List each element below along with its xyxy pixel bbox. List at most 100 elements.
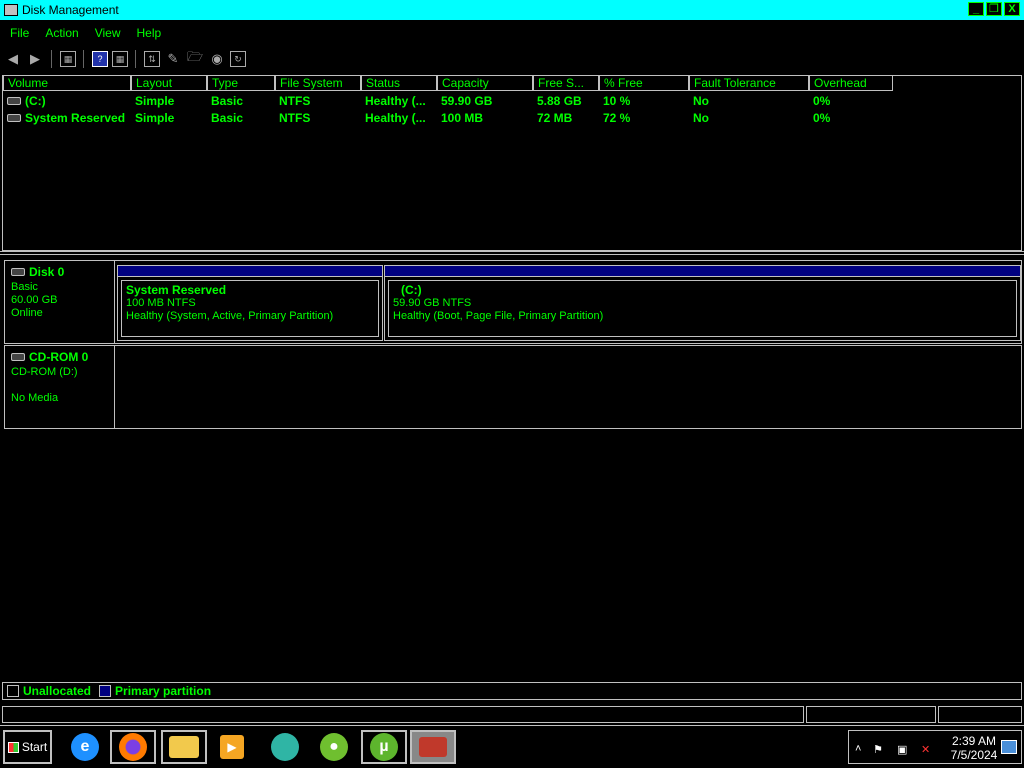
partition-body: (C:) 59.90 GB NTFS Healthy (Boot, Page F… <box>388 280 1017 337</box>
action-center-flag-icon[interactable]: ⚑ <box>873 743 883 756</box>
taskbar-file-explorer[interactable] <box>161 730 207 764</box>
cdrom-0-row[interactable]: CD-ROM 0 CD-ROM (D:) No Media <box>4 345 1022 429</box>
back-arrow-icon[interactable]: ◀ <box>4 50 22 68</box>
column-header-percent-free[interactable]: % Free <box>599 76 689 91</box>
taskbar-firefox[interactable] <box>110 730 156 764</box>
close-button[interactable]: X <box>1004 2 1020 16</box>
taskbar-media-player[interactable]: ▶ <box>209 730 255 764</box>
partition-status: Healthy (Boot, Page File, Primary Partit… <box>393 310 604 322</box>
partition-size: 59.90 GB NTFS <box>393 297 472 309</box>
cdrom-0-label[interactable]: CD-ROM 0 CD-ROM (D:) No Media <box>5 346 115 428</box>
layout-cell: Simple <box>135 93 175 108</box>
column-header-overhead[interactable]: Overhead <box>809 76 893 91</box>
minimize-button[interactable]: _ <box>968 2 984 16</box>
column-header-type[interactable]: Type <box>207 76 275 91</box>
status-pane-main <box>2 706 804 723</box>
check-disk-icon[interactable]: ✎ <box>164 50 182 68</box>
column-header-status[interactable]: Status <box>361 76 437 91</box>
volume-cell: (C:) <box>3 94 131 108</box>
file-system-cell: NTFS <box>279 110 311 125</box>
toolbar-separator <box>135 50 137 68</box>
title-bar: Disk Management _ ❐ X <box>0 0 1024 20</box>
status-cell: Healthy (... <box>365 93 426 108</box>
clock[interactable]: 2:39 AM 7/5/2024 <box>944 734 1004 762</box>
clock-date: 7/5/2024 <box>950 748 998 762</box>
menu-help[interactable]: Help <box>131 26 168 40</box>
clock-time: 2:39 AM <box>951 734 997 748</box>
drive-icon <box>7 114 21 123</box>
disk-management-icon <box>4 4 18 16</box>
hard-disk-icon <box>11 268 25 276</box>
menu-bar: File Action View Help <box>0 22 1024 44</box>
status-pane-3 <box>938 706 1022 723</box>
column-header-volume[interactable]: Volume <box>3 76 131 91</box>
taskbar-utorrent[interactable]: µ <box>361 730 407 764</box>
disk-0-label[interactable]: Disk 0 Basic 60.00 GB Online <box>5 261 115 343</box>
pane-splitter[interactable] <box>0 251 1024 255</box>
start-label: Start <box>21 740 48 754</box>
column-header-layout[interactable]: Layout <box>131 76 207 91</box>
unallocated-swatch <box>7 685 19 697</box>
partition-size: 100 MB NTFS <box>126 297 196 309</box>
menu-file[interactable]: File <box>4 26 35 40</box>
volume-cell: System Reserved <box>3 111 131 125</box>
table-row[interactable]: System Reserved Simple Basic NTFS Health… <box>3 109 1021 126</box>
speaker-muted-icon[interactable]: ✕ <box>921 743 930 756</box>
open-folder-icon[interactable]: 🗁 <box>186 49 204 68</box>
cdrom-icon <box>11 353 25 361</box>
toolbar-separator <box>51 50 53 68</box>
layout-cell: Simple <box>135 110 175 125</box>
coccoc-icon: ● <box>320 733 348 761</box>
taskbar-coccoc[interactable]: ● <box>311 730 357 764</box>
taskbar-disk-management[interactable] <box>410 730 456 764</box>
show-hide-console-tree-icon[interactable]: ▦ <box>60 51 76 67</box>
volume-name: System Reserved <box>25 110 126 125</box>
table-row[interactable]: (C:) Simple Basic NTFS Healthy (... 59.9… <box>3 92 1021 109</box>
overhead-cell: 0% <box>813 93 831 108</box>
forward-arrow-icon[interactable]: ▶ <box>26 50 44 68</box>
rescan-icon[interactable]: ↻ <box>230 51 246 67</box>
windows-logo-icon <box>7 741 19 753</box>
window-controls: _ ❐ X <box>968 2 1020 16</box>
menu-action[interactable]: Action <box>39 26 84 40</box>
disk-size: 60.00 GB <box>11 294 58 306</box>
browser-icon <box>271 733 299 761</box>
toolbar: ◀ ▶ ▦ ? ▦ ⇅ ✎ 🗁 ◉ ↻ <box>0 46 1024 72</box>
column-header-file-system[interactable]: File System <box>275 76 361 91</box>
show-hidden-icons-icon[interactable]: ˄ <box>855 743 861 755</box>
status-pane-2 <box>806 706 936 723</box>
type-cell: Basic <box>211 93 244 108</box>
menu-view[interactable]: View <box>89 26 127 40</box>
disk-0-row[interactable]: Disk 0 Basic 60.00 GB Online System Rese… <box>4 260 1022 344</box>
partition-c-drive[interactable]: (C:) 59.90 GB NTFS Healthy (Boot, Page F… <box>384 265 1021 341</box>
properties-icon[interactable]: ▦ <box>112 51 128 67</box>
network-icon[interactable]: ▣ <box>897 743 907 756</box>
column-header-free-space[interactable]: Free S... <box>533 76 599 91</box>
start-button[interactable]: Start <box>3 730 52 764</box>
toolbar-separator <box>83 50 85 68</box>
disk-type: Basic <box>11 281 38 293</box>
partition-system-reserved[interactable]: System Reserved 100 MB NTFS Healthy (Sys… <box>117 265 383 341</box>
connect-icon[interactable]: ⇅ <box>144 51 160 67</box>
status-cell: Healthy (... <box>365 110 426 125</box>
cd-icon[interactable]: ◉ <box>208 50 226 68</box>
taskbar-browser[interactable] <box>262 730 308 764</box>
column-header-capacity[interactable]: Capacity <box>437 76 533 91</box>
partition-name: (C:) <box>401 283 422 297</box>
volume-list-header: Volume Layout Type File System Status Ca… <box>3 76 1021 92</box>
percent-free-cell: 72 % <box>603 110 631 125</box>
help-icon[interactable]: ? <box>92 51 108 67</box>
window-title: Disk Management <box>22 3 119 17</box>
legend-primary-partition: Primary partition <box>115 684 212 698</box>
taskbar-internet-explorer[interactable]: e <box>62 730 108 764</box>
capacity-cell: 100 MB <box>441 110 484 125</box>
free-space-cell: 72 MB <box>537 110 573 125</box>
primary-partition-bar <box>118 266 382 277</box>
internet-explorer-icon: e <box>71 733 99 761</box>
free-space-cell: 5.88 GB <box>537 93 582 108</box>
column-header-fault-tolerance[interactable]: Fault Tolerance <box>689 76 809 91</box>
toolbox-icon <box>419 737 447 757</box>
restore-button[interactable]: ❐ <box>986 2 1002 16</box>
show-desktop-icon[interactable] <box>1001 740 1017 754</box>
legend: Unallocated Primary partition <box>2 682 1022 700</box>
